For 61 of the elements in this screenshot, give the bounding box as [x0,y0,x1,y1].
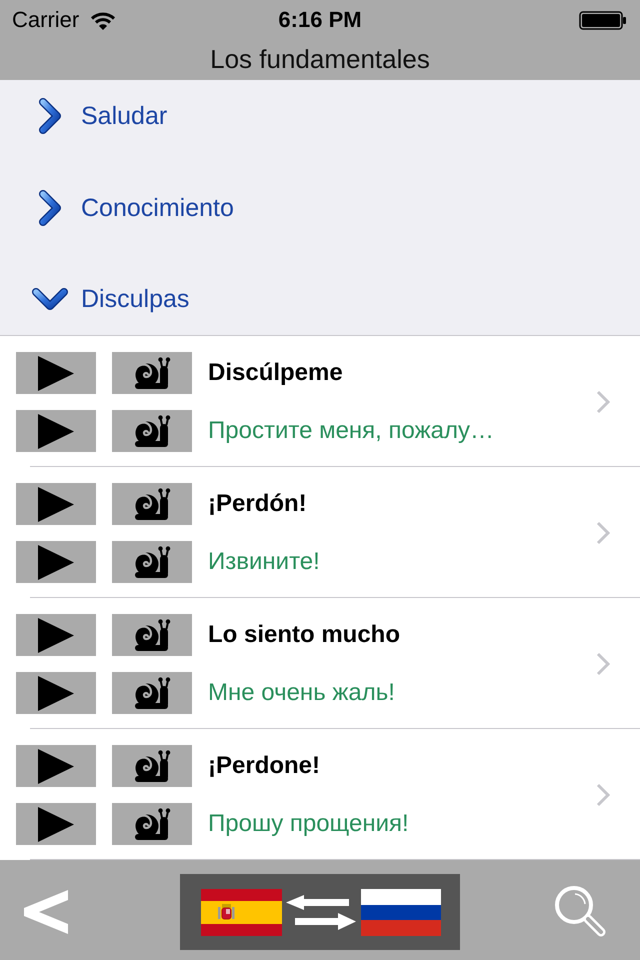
play-button[interactable] [16,745,96,788]
screen-title: Los fundamentales [210,44,430,74]
play-icon [38,486,74,522]
play-icon [38,356,74,391]
snail-icon [133,750,171,782]
section-header[interactable]: Conocimiento [0,152,640,244]
section-header[interactable]: Saludar [0,80,640,152]
snail-icon [133,415,171,448]
chevron-left-icon [22,888,70,936]
section-header[interactable]: Disculpas [0,243,640,336]
slow-play-button[interactable] [112,541,192,584]
play-icon [38,414,74,449]
snail-icon [133,357,171,390]
slow-play-button[interactable] [112,672,192,714]
play-icon [38,806,74,842]
snail-icon [133,488,171,520]
play-button[interactable] [16,803,96,846]
slow-play-button[interactable] [112,483,192,526]
play-button[interactable] [16,483,96,526]
section-title: Disculpas [81,284,190,314]
play-icon [38,618,74,653]
play-icon [38,676,74,711]
translation-text: Мне очень жаль! [208,679,395,708]
snail-icon [133,677,171,710]
translation-text: Простите меня, пожалу… [208,417,494,446]
language-swap-button[interactable] [180,874,460,950]
slow-play-button[interactable] [112,745,192,788]
play-icon [38,748,74,784]
slow-play-button[interactable] [112,352,192,394]
play-button[interactable] [16,352,96,394]
play-button[interactable] [16,410,96,452]
swap-arrows-icon [286,894,356,930]
play-icon [38,544,74,580]
snail-icon [133,808,171,840]
play-button[interactable] [16,541,96,584]
slow-play-button[interactable] [112,803,192,846]
translation-text: Прошу прощения! [208,810,409,838]
carrier-name: Carrier [12,7,80,33]
section-title: Saludar [81,100,168,131]
disclosure-chevron-icon [596,783,610,808]
play-button[interactable] [16,672,96,714]
disclosure-chevron-icon [596,390,610,414]
snail-icon [133,619,171,652]
phrase-text: Lo siento mucho [208,621,400,650]
search-icon [553,884,607,938]
section-title: Conocimiento [81,192,234,222]
phrase-text: ¡Perdón! [208,490,307,518]
spain-flag-icon [201,888,282,936]
clock-time: 6:16 PM [278,7,362,33]
wifi-icon [90,10,116,30]
phrase-text: Discúlpeme [208,359,343,388]
battery-icon [579,10,627,30]
disclosure-chevron-icon [596,652,610,676]
disclosure-chevron-icon [596,521,610,546]
phrase-text: ¡Perdone! [208,752,320,780]
snail-icon [133,546,171,578]
translation-text: Извините! [208,548,320,576]
russia-flag-icon [361,888,441,936]
play-button[interactable] [16,614,96,656]
slow-play-button[interactable] [112,410,192,452]
slow-play-button[interactable] [112,614,192,656]
